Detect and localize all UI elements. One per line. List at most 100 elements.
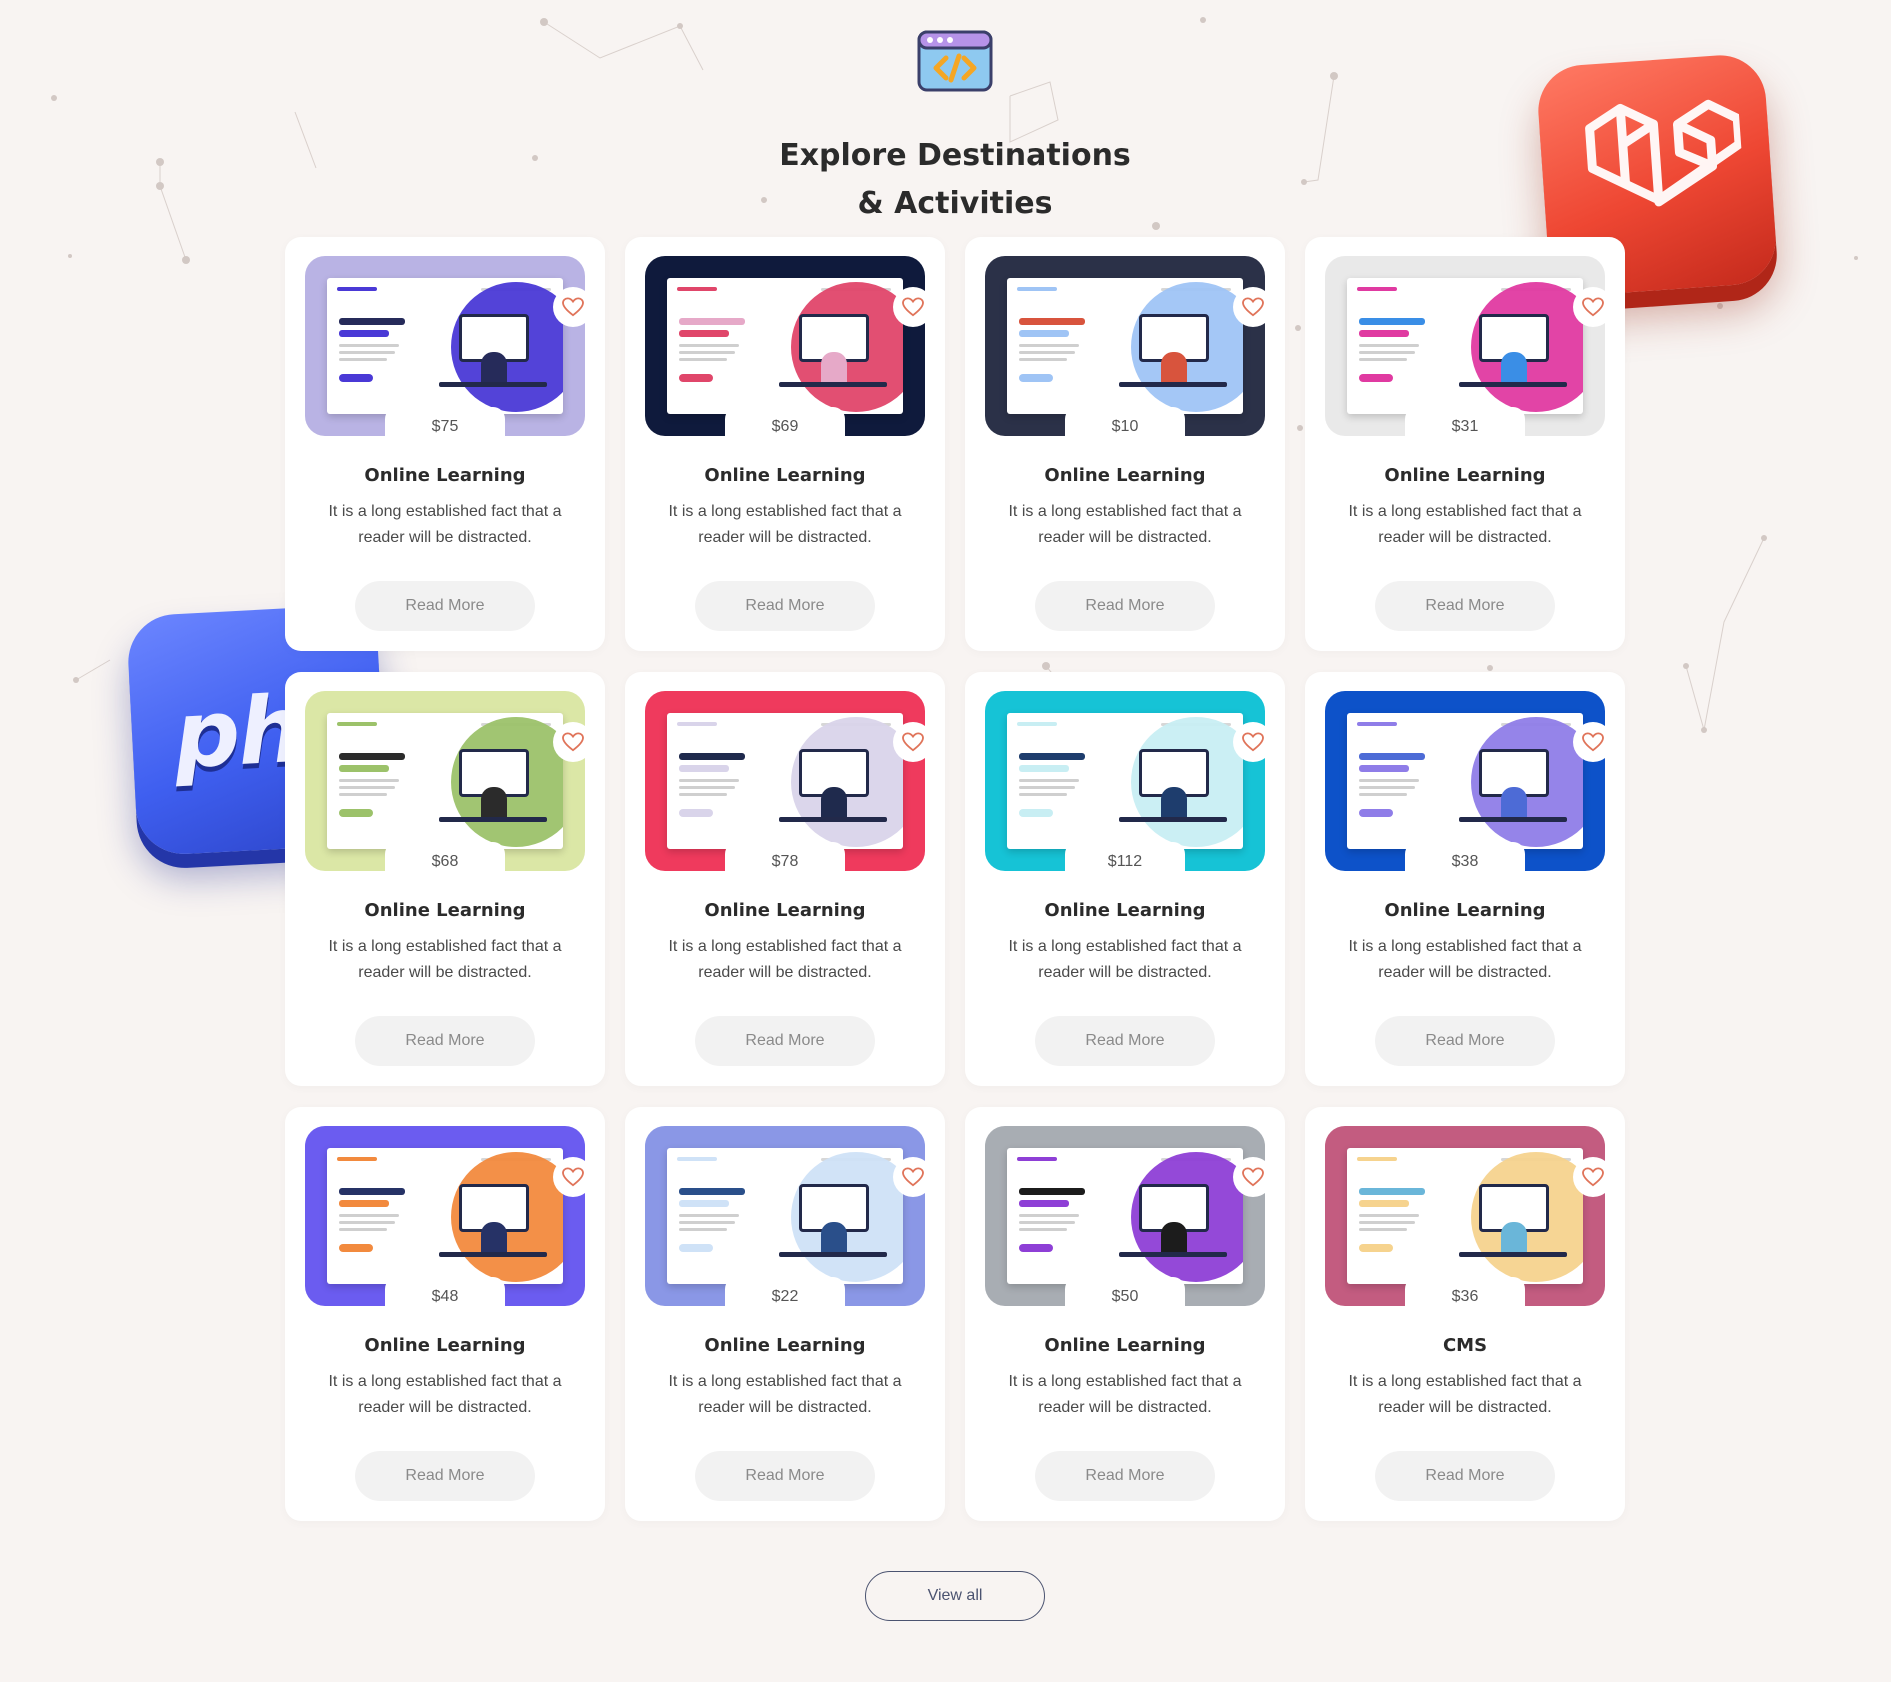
preview-text-line bbox=[339, 351, 395, 354]
read-more-button[interactable]: Read More bbox=[355, 1451, 535, 1501]
preview-text-line bbox=[679, 351, 735, 354]
preview-text-line bbox=[679, 358, 727, 361]
preview-text-line bbox=[1019, 1214, 1079, 1217]
course-card: $75 Online Learning It is a long establish… bbox=[285, 237, 605, 651]
preview-logo bbox=[337, 287, 377, 291]
price-value: $22 bbox=[771, 1288, 799, 1305]
read-more-button[interactable]: Read More bbox=[1035, 581, 1215, 631]
preview-desk bbox=[1119, 817, 1227, 822]
card-title: Online Learning bbox=[704, 465, 866, 486]
course-card: $36 CMS It is a long established fact that… bbox=[1305, 1107, 1625, 1521]
favorite-button[interactable] bbox=[1573, 287, 1605, 327]
course-preview-image bbox=[1007, 1148, 1243, 1284]
section-heading-line-1: Explore Destinations bbox=[779, 138, 1131, 173]
preview-text-line bbox=[1019, 793, 1067, 796]
preview-desk bbox=[1459, 1252, 1567, 1257]
preview-heading bbox=[679, 1200, 729, 1207]
view-all-button[interactable]: View all bbox=[865, 1571, 1045, 1621]
preview-text-line bbox=[339, 1214, 399, 1217]
heart-icon bbox=[1582, 732, 1604, 752]
preview-text-line bbox=[1359, 1221, 1415, 1224]
section-heading: Explore Destinations & Activities bbox=[0, 132, 1891, 228]
price-tag: $78 bbox=[725, 842, 845, 878]
course-card: $78 Online Learning It is a long establish… bbox=[625, 672, 945, 1086]
preview-text-line bbox=[339, 358, 387, 361]
preview-text-line bbox=[339, 344, 399, 347]
card-title: Online Learning bbox=[704, 900, 866, 921]
favorite-button[interactable] bbox=[893, 287, 925, 327]
card-description: It is a long established fact that a rea… bbox=[668, 1373, 902, 1416]
read-more-button[interactable]: Read More bbox=[355, 1016, 535, 1066]
price-value: $69 bbox=[771, 418, 799, 435]
course-card: $22 Online Learning It is a long establish… bbox=[625, 1107, 945, 1521]
heart-icon bbox=[1242, 297, 1264, 317]
preview-heading bbox=[1019, 330, 1069, 337]
card-description: It is a long established fact that a rea… bbox=[1348, 1373, 1582, 1416]
preview-heading bbox=[1019, 318, 1085, 325]
preview-heading bbox=[339, 753, 405, 760]
price-value: $10 bbox=[1111, 418, 1139, 435]
price-tag: $68 bbox=[385, 842, 505, 878]
favorite-button[interactable] bbox=[553, 287, 585, 327]
course-preview-image bbox=[1347, 713, 1583, 849]
preview-cta bbox=[679, 1244, 713, 1252]
read-more-button[interactable]: Read More bbox=[695, 1016, 875, 1066]
preview-person bbox=[1161, 787, 1187, 821]
course-card: $38 Online Learning It is a long establish… bbox=[1305, 672, 1625, 1086]
preview-text-line bbox=[1359, 786, 1415, 789]
favorite-button[interactable] bbox=[893, 1157, 925, 1197]
read-more-button[interactable]: Read More bbox=[1375, 581, 1555, 631]
favorite-button[interactable] bbox=[553, 722, 585, 762]
preview-person bbox=[1501, 352, 1527, 386]
preview-person bbox=[1161, 352, 1187, 386]
preview-text-line bbox=[1359, 351, 1415, 354]
favorite-button[interactable] bbox=[1573, 722, 1605, 762]
favorite-button[interactable] bbox=[893, 722, 925, 762]
favorite-button[interactable] bbox=[1573, 1157, 1605, 1197]
course-card: $69 Online Learning It is a long establish… bbox=[625, 237, 945, 651]
course-preview-image bbox=[327, 278, 563, 414]
favorite-button[interactable] bbox=[553, 1157, 585, 1197]
favorite-button[interactable] bbox=[1233, 1157, 1265, 1197]
preview-desk bbox=[1459, 817, 1567, 822]
read-more-button[interactable]: Read More bbox=[355, 581, 535, 631]
read-more-button[interactable]: Read More bbox=[1035, 1451, 1215, 1501]
read-more-button[interactable]: Read More bbox=[1375, 1451, 1555, 1501]
read-more-button[interactable]: Read More bbox=[695, 581, 875, 631]
card-title: Online Learning bbox=[364, 900, 526, 921]
preview-cta bbox=[1359, 1244, 1393, 1252]
price-tag: $31 bbox=[1405, 407, 1525, 443]
preview-logo bbox=[677, 287, 717, 291]
preview-cta bbox=[679, 809, 713, 817]
preview-text-line bbox=[339, 793, 387, 796]
card-title: Online Learning bbox=[364, 465, 526, 486]
course-card: $48 Online Learning It is a long establish… bbox=[285, 1107, 605, 1521]
preview-person bbox=[481, 352, 507, 386]
card-title: Online Learning bbox=[1384, 465, 1546, 486]
heart-icon bbox=[1242, 732, 1264, 752]
read-more-button[interactable]: Read More bbox=[695, 1451, 875, 1501]
price-tag: $69 bbox=[725, 407, 845, 443]
preview-heading bbox=[679, 330, 729, 337]
price-tag: $10 bbox=[1065, 407, 1185, 443]
course-preview-image bbox=[1007, 713, 1243, 849]
heart-icon bbox=[902, 297, 924, 317]
favorite-button[interactable] bbox=[1233, 722, 1265, 762]
card-description: It is a long established fact that a rea… bbox=[328, 938, 562, 981]
preview-logo bbox=[337, 1157, 377, 1161]
course-card-grid: $75 Online Learning It is a long establish… bbox=[285, 237, 1625, 1521]
preview-logo bbox=[1017, 1157, 1057, 1161]
read-more-button[interactable]: Read More bbox=[1375, 1016, 1555, 1066]
preview-person bbox=[821, 1222, 847, 1256]
read-more-button[interactable]: Read More bbox=[1035, 1016, 1215, 1066]
heart-icon bbox=[562, 1167, 584, 1187]
course-preview-image bbox=[327, 1148, 563, 1284]
heart-icon bbox=[902, 1167, 924, 1187]
preview-person bbox=[821, 352, 847, 386]
favorite-button[interactable] bbox=[1233, 287, 1265, 327]
preview-desk bbox=[779, 817, 887, 822]
card-title: Online Learning bbox=[364, 1335, 526, 1356]
preview-heading bbox=[679, 1188, 745, 1195]
preview-text-line bbox=[1359, 358, 1407, 361]
course-preview-image bbox=[1347, 278, 1583, 414]
